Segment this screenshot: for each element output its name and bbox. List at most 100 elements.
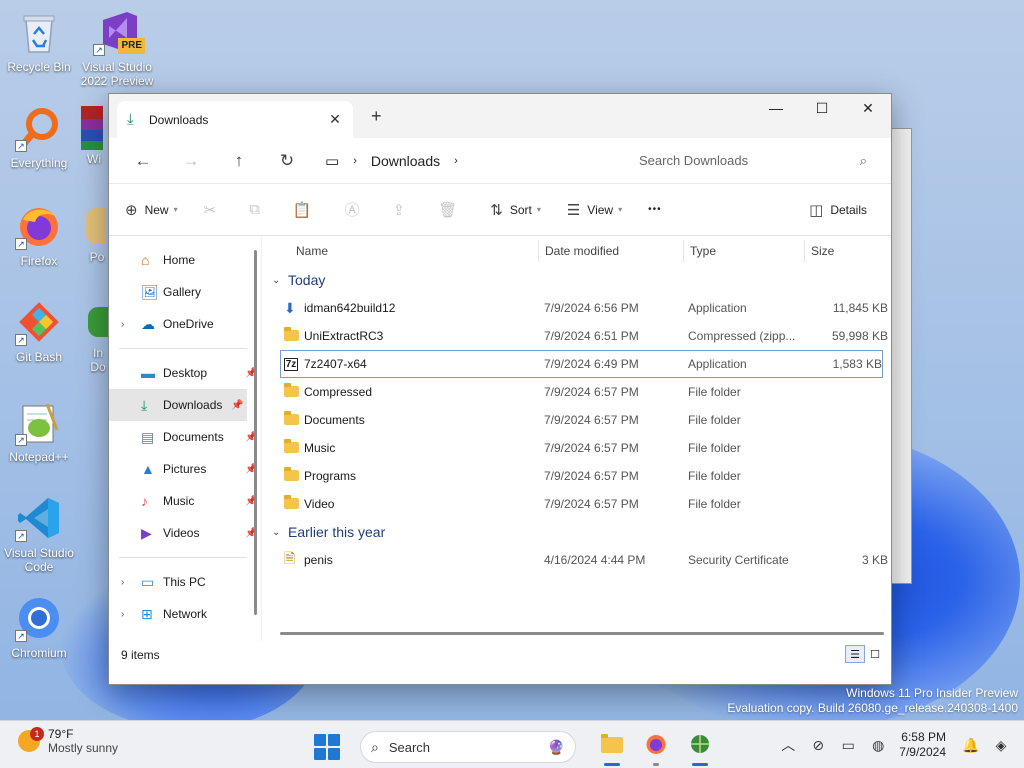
desktop-icon-everything[interactable]: ↗ Everything bbox=[1, 104, 77, 170]
new-button[interactable]: ⊕ New ▾ bbox=[125, 201, 178, 219]
sidebar-scrollbar[interactable] bbox=[254, 250, 257, 615]
search-input[interactable]: Search Downloads ⌕ bbox=[625, 144, 881, 177]
column-header-date[interactable]: Date modified bbox=[539, 244, 683, 258]
sidebar-item-home[interactable]: ⌂ Home bbox=[109, 244, 261, 276]
group-header-today[interactable]: ⌄ Today bbox=[262, 266, 891, 294]
taskbar-firefox[interactable] bbox=[634, 727, 678, 767]
file-explorer-window[interactable]: ⤓ Downloads ✕ + — ☐ ✕ ← → ↑ ↻ ▭ › Downlo… bbox=[108, 93, 892, 685]
scissors-icon: ✂ bbox=[203, 201, 217, 219]
desktop-icon-partial-2[interactable]: In Do bbox=[88, 298, 108, 374]
group-header-earlier-this-year[interactable]: ⌄ Earlier this year bbox=[262, 518, 891, 546]
sidebar-item-documents[interactable]: ▤ Documents 📌 bbox=[109, 421, 261, 453]
sound-icon[interactable]: ◍ bbox=[863, 737, 893, 754]
desktop-icon-vscode[interactable]: ↗ Visual Studio Code bbox=[1, 494, 77, 574]
shortcut-arrow-icon: ↗ bbox=[15, 434, 27, 446]
chevron-up-icon[interactable]: ︿ bbox=[773, 735, 803, 755]
taskbar-search[interactable]: ⌕ Search 🔮 bbox=[360, 731, 576, 763]
up-arrow-icon[interactable]: ↑ bbox=[215, 151, 263, 171]
preview-badge: PRE bbox=[118, 38, 145, 54]
chevron-right-icon[interactable]: › bbox=[353, 155, 357, 167]
sidebar-item-desktop[interactable]: ▬ Desktop 📌 bbox=[109, 357, 261, 389]
table-row-focused[interactable]: 7z 7z2407-x64 7/9/2024 6:49 PM Applicatio… bbox=[280, 350, 883, 378]
notification-bell-icon[interactable]: 🔔 bbox=[956, 737, 986, 754]
cut-button[interactable]: ✂ bbox=[204, 201, 224, 219]
rename-button[interactable]: Ⓐ bbox=[345, 199, 367, 220]
breadcrumb[interactable]: ▭ › Downloads › bbox=[325, 145, 625, 177]
chevron-right-icon[interactable]: › bbox=[121, 319, 124, 330]
table-row[interactable]: Compressed 7/9/2024 6:57 PM File folder bbox=[262, 378, 891, 406]
new-tab-button[interactable]: + bbox=[371, 106, 382, 127]
desktop-icon-label: Firefox bbox=[20, 254, 58, 268]
active-indicator bbox=[604, 763, 620, 766]
pictures-icon: ▲ bbox=[141, 461, 155, 477]
refresh-icon[interactable]: ↻ bbox=[263, 151, 311, 171]
table-row[interactable]: Music 7/9/2024 6:57 PM File folder bbox=[262, 434, 891, 462]
clock-date: 7/9/2024 bbox=[899, 745, 946, 759]
file-list[interactable]: Name Date modified Type Size ⌄ Today ⬇ id… bbox=[261, 236, 891, 641]
sidebar-item-network[interactable]: › ⊞ Network bbox=[109, 598, 261, 630]
tab-close-icon[interactable]: ✕ bbox=[327, 111, 343, 128]
table-row[interactable]: Programs 7/9/2024 6:57 PM File folder bbox=[262, 462, 891, 490]
minimize-button[interactable]: — bbox=[753, 94, 799, 122]
file-type: File folder bbox=[688, 441, 741, 455]
title-bar[interactable]: ⤓ Downloads ✕ + — ☐ ✕ bbox=[109, 94, 891, 138]
tiles-view-icon[interactable]: ☐ bbox=[865, 645, 885, 663]
table-row[interactable]: UniExtractRC3 7/9/2024 6:51 PM Compresse… bbox=[262, 322, 891, 350]
maximize-button[interactable]: ☐ bbox=[799, 94, 845, 122]
taskbar-file-explorer[interactable] bbox=[590, 727, 634, 767]
back-arrow-icon[interactable]: ← bbox=[119, 151, 167, 171]
horizontal-scrollbar[interactable] bbox=[280, 632, 884, 635]
desktop-icon-notepad-plus-plus[interactable]: ↗ Notepad++ bbox=[1, 398, 77, 464]
sidebar-item-videos[interactable]: ▶ Videos 📌 bbox=[109, 517, 261, 549]
tab-downloads[interactable]: ⤓ Downloads ✕ bbox=[117, 101, 353, 138]
column-header-size[interactable]: Size bbox=[805, 244, 885, 258]
table-row[interactable]: ⬇ idman642build12 7/9/2024 6:56 PM Applic… bbox=[262, 294, 891, 322]
details-view-icon[interactable]: ☰ bbox=[845, 645, 865, 663]
desktop-icon-winrar[interactable]: Wi bbox=[80, 104, 108, 166]
weather-widget[interactable]: 1 79°F Mostly sunny bbox=[18, 727, 118, 755]
chevron-right-icon[interactable]: › bbox=[454, 155, 458, 167]
forward-arrow-icon[interactable]: → bbox=[167, 151, 215, 171]
more-options-button[interactable]: ••• bbox=[648, 204, 662, 215]
share-button[interactable]: ⇪ bbox=[393, 201, 413, 219]
sidebar-item-onedrive[interactable]: › ☁ OneDrive bbox=[109, 308, 261, 340]
copy-button[interactable]: ⧉ bbox=[249, 201, 267, 218]
file-size: 3 KB bbox=[861, 553, 888, 567]
table-row[interactable]: Documents 7/9/2024 6:57 PM File folder bbox=[262, 406, 891, 434]
column-header-type[interactable]: Type bbox=[684, 244, 804, 258]
folder-icon bbox=[284, 439, 304, 456]
paste-button[interactable]: 📋 bbox=[293, 201, 319, 219]
chevron-right-icon[interactable]: › bbox=[121, 577, 124, 588]
sidebar-item-downloads[interactable]: ⤓ Downloads 📌 bbox=[109, 389, 247, 421]
column-header-name[interactable]: Name bbox=[262, 244, 538, 258]
sidebar-item-gallery[interactable]: 🖼 Gallery bbox=[109, 276, 261, 308]
sidebar-item-music[interactable]: ♪ Music 📌 bbox=[109, 485, 261, 517]
desktop-icon-partial[interactable]: Po bbox=[86, 202, 108, 264]
breadcrumb-item-downloads[interactable]: Downloads bbox=[371, 153, 440, 169]
details-pane-button[interactable]: ◫ Details bbox=[809, 201, 867, 219]
sidebar-item-this-pc[interactable]: › ▭ This PC bbox=[109, 566, 261, 598]
desktop-icon-chromium[interactable]: ↗ Chromium bbox=[1, 594, 77, 660]
clock[interactable]: 6:58 PM 7/9/2024 bbox=[899, 730, 946, 760]
close-button[interactable]: ✕ bbox=[845, 94, 891, 122]
file-name: Documents bbox=[304, 413, 365, 427]
sidebar-item-label: OneDrive bbox=[163, 317, 214, 331]
desktop-icon-recycle-bin[interactable]: Recycle Bin bbox=[1, 8, 77, 74]
app-icon bbox=[86, 202, 106, 250]
navigation-pane[interactable]: ⌂ Home 🖼 Gallery › ☁ OneDrive ▬ Desktop … bbox=[109, 236, 261, 641]
chevron-right-icon[interactable]: › bbox=[121, 609, 124, 620]
sort-button[interactable]: ⇅ Sort ▾ bbox=[490, 201, 541, 219]
display-icon[interactable]: ▭ bbox=[833, 737, 863, 754]
desktop-icon-firefox[interactable]: ↗ Firefox bbox=[1, 202, 77, 268]
taskbar-installer-app[interactable] bbox=[678, 727, 722, 767]
view-button[interactable]: ☰ View ▾ bbox=[567, 201, 622, 219]
copilot-icon[interactable]: ◈ bbox=[986, 737, 1016, 754]
table-row[interactable]: Video 7/9/2024 6:57 PM File folder bbox=[262, 490, 891, 518]
network-disconnected-icon[interactable]: ⊘ bbox=[803, 737, 833, 754]
desktop-icon-git-bash[interactable]: ↗ Git Bash bbox=[1, 298, 77, 364]
table-row[interactable]: 🗎 penis 4/16/2024 4:44 PM Security Certif… bbox=[262, 546, 891, 574]
delete-button[interactable]: 🗑 bbox=[438, 201, 464, 219]
start-button[interactable] bbox=[314, 734, 340, 760]
sidebar-item-pictures[interactable]: ▲ Pictures 📌 bbox=[109, 453, 261, 485]
desktop-icon-visual-studio-preview[interactable]: PRE ↗ Visual Studio 2022 Preview bbox=[79, 8, 155, 88]
